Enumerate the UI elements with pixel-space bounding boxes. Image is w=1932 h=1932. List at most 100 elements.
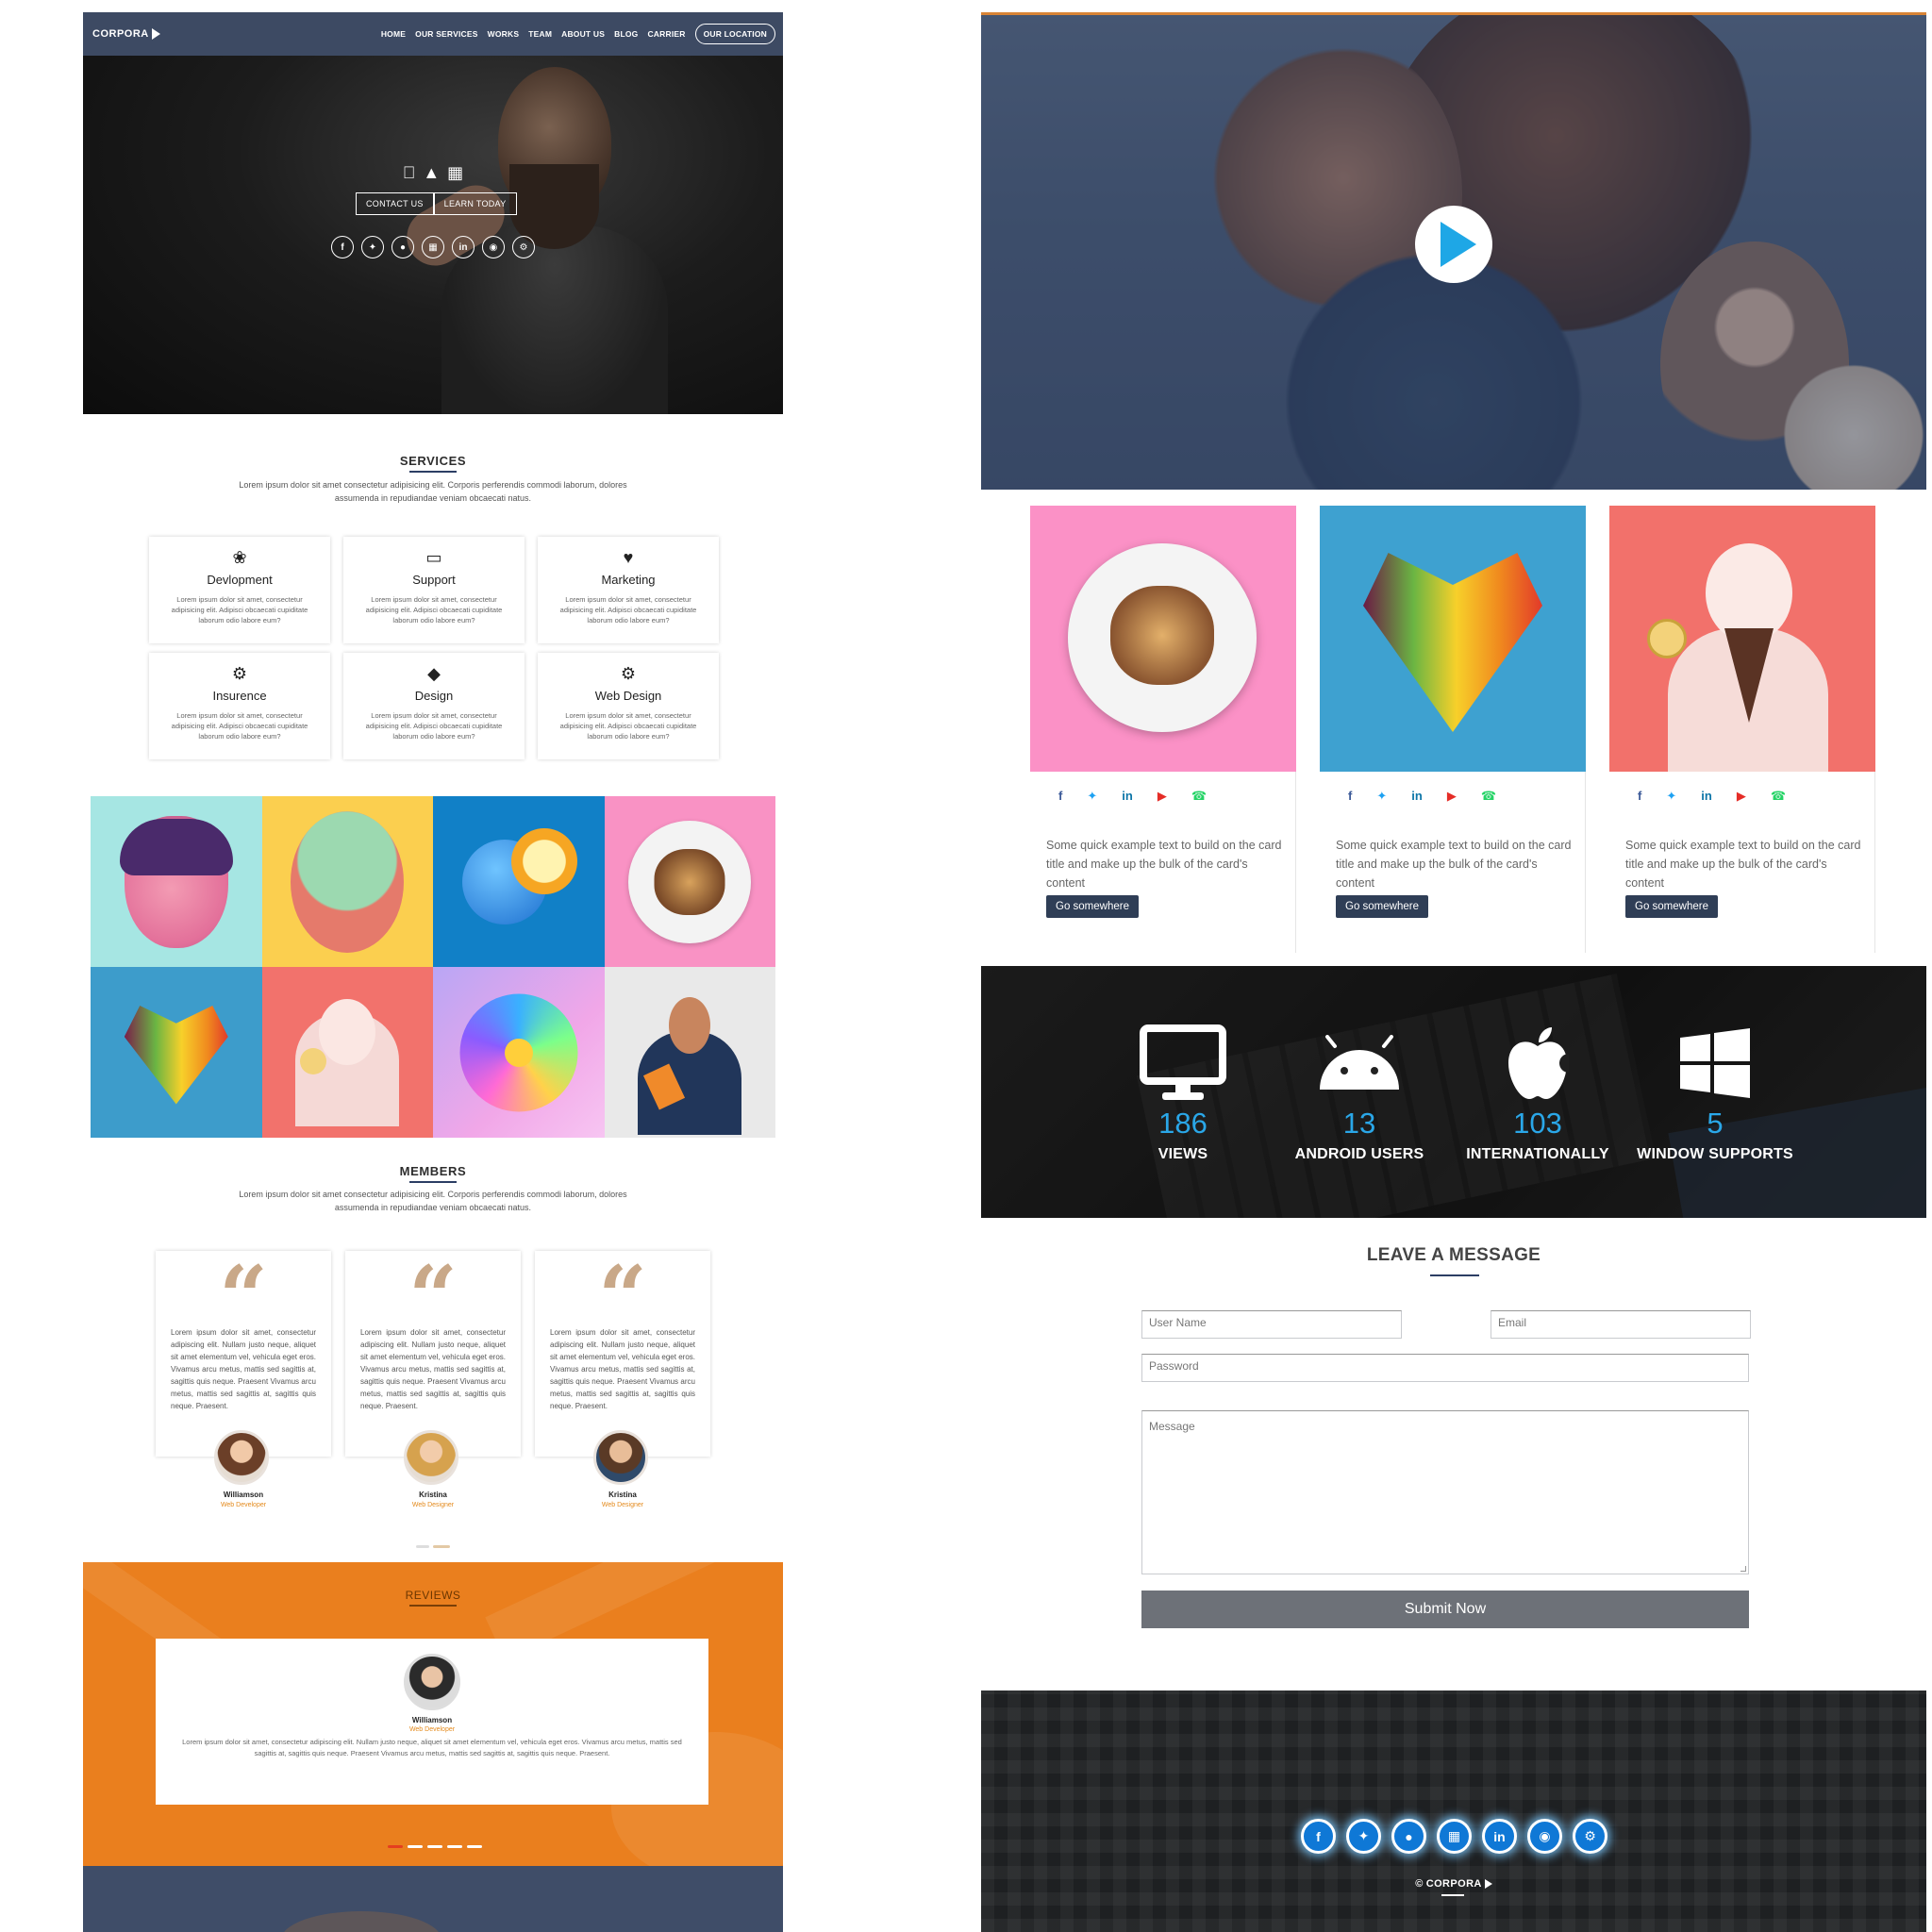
members-description: Lorem ipsum dolor sit amet consectetur a… [239, 1190, 627, 1212]
service-text: Lorem ipsum dolor sit amet, consectetur … [365, 711, 503, 741]
service-card-devlopment[interactable]: ❀ Devlopment Lorem ipsum dolor sit amet,… [149, 537, 330, 643]
twitter-icon[interactable]: ✦ [361, 236, 384, 258]
reviews-title: REVIEWS [405, 1589, 461, 1602]
carousel-dot-active[interactable] [388, 1845, 403, 1848]
facebook-icon[interactable]: f [331, 236, 354, 258]
whatsapp-icon[interactable]: ☎ [1771, 789, 1786, 804]
go-somewhere-button[interactable]: Go somewhere [1336, 895, 1428, 918]
nav-team[interactable]: TEAM [528, 29, 552, 39]
go-somewhere-button[interactable]: Go somewhere [1046, 895, 1139, 918]
gallery-tile-pasta-plate[interactable] [604, 796, 775, 967]
youtube-icon[interactable]: ▶ [1447, 789, 1457, 804]
carousel-dot[interactable] [408, 1845, 423, 1848]
blog-card: f ✦ in ▶ ☎ Some quick example text to bu… [1609, 506, 1875, 953]
carousel-dot[interactable] [467, 1845, 482, 1848]
nav-our-services[interactable]: OUR SERVICES [415, 29, 477, 39]
service-card-support[interactable]: ▭ Support Lorem ipsum dolor sit amet, co… [343, 537, 525, 643]
footer-logo-underline [1441, 1894, 1464, 1896]
submit-now-button[interactable]: Submit Now [1141, 1591, 1749, 1628]
stat-internationally: 103 INTERNATIONALLY [1443, 1023, 1632, 1163]
message-textarea[interactable]: Message [1141, 1410, 1749, 1574]
card-social-links: f ✦ in ▶ ☎ [1348, 789, 1496, 804]
whatsapp-icon[interactable]: ☎ [1481, 789, 1496, 804]
avatar [404, 1654, 460, 1710]
nav-works[interactable]: WORKS [488, 29, 520, 39]
linkedin-icon[interactable]: in [1482, 1819, 1517, 1854]
gallery-tile-santa-clock[interactable] [261, 967, 433, 1138]
service-title: Insurence [212, 689, 267, 703]
gallery-tile-blue-orange[interactable] [433, 796, 605, 967]
avatar[interactable] [214, 1430, 269, 1485]
windows-icon[interactable]: ▦ [422, 236, 444, 258]
linkedin-icon[interactable]: in [1122, 789, 1133, 804]
stat-value: 103 [1513, 1107, 1562, 1140]
service-card-design[interactable]: ◆ Design Lorem ipsum dolor sit amet, con… [343, 653, 525, 759]
twitter-icon[interactable]: ✦ [1376, 789, 1387, 804]
facebook-icon[interactable]: f [1301, 1819, 1336, 1854]
gem-icon: ◆ [427, 664, 441, 683]
textarea-resize-handle[interactable] [1740, 1566, 1746, 1572]
dribbble-icon[interactable]: ◉ [482, 236, 505, 258]
service-card-insurence[interactable]: ⚙ Insurence Lorem ipsum dolor sit amet, … [149, 653, 330, 759]
next-section-preview [83, 1866, 783, 1932]
youtube-icon[interactable]: ▶ [1737, 789, 1746, 804]
card-social-links: f ✦ in ▶ ☎ [1638, 789, 1786, 804]
member-card: “ Lorem ipsum dolor sit amet, consectetu… [156, 1251, 331, 1457]
facebook-icon[interactable]: f [1348, 789, 1352, 804]
gallery-tile-pink-face[interactable] [91, 796, 262, 967]
go-somewhere-button[interactable]: Go somewhere [1625, 895, 1718, 918]
brand-logo[interactable]: CORPORA [92, 28, 160, 40]
password-input[interactable]: Password [1141, 1354, 1749, 1382]
monitor-icon [1089, 1023, 1277, 1103]
whatsapp-icon[interactable]: ☎ [1191, 789, 1207, 804]
service-card-marketing[interactable]: ♥ Marketing Lorem ipsum dolor sit amet, … [538, 537, 719, 643]
carousel-dot[interactable] [416, 1545, 429, 1548]
facebook-icon[interactable]: f [1058, 789, 1062, 804]
card-social-links: f ✦ in ▶ ☎ [1058, 789, 1207, 804]
right-page-column: f ✦ in ▶ ☎ Some quick example text to bu… [981, 12, 1926, 1932]
facebook-icon[interactable]: f [1638, 789, 1641, 804]
nav-about-us[interactable]: ABOUT US [561, 29, 605, 39]
our-location-button[interactable]: OUR LOCATION [694, 24, 775, 44]
avatar[interactable] [593, 1430, 648, 1485]
dribbble-icon[interactable]: ◉ [1527, 1819, 1562, 1854]
reviewer-name: Williamson [411, 1716, 453, 1724]
gallery-tile-bearded-man[interactable] [604, 967, 775, 1138]
gallery-tile-candy-heart[interactable] [91, 967, 262, 1138]
linkedin-icon[interactable]: in [452, 236, 475, 258]
reviewer-role: Web Developer [408, 1726, 456, 1733]
gear-icon[interactable]: ⚙ [1573, 1819, 1607, 1854]
gear-icon[interactable]: ⚙ [512, 236, 535, 258]
username-input[interactable]: User Name [1141, 1310, 1402, 1339]
linkedin-icon[interactable]: in [1701, 789, 1712, 804]
os-icon-row:  ▲ ▦ [83, 163, 783, 183]
twitter-icon[interactable]: ✦ [1087, 789, 1097, 804]
gallery-tile-helmet-face[interactable] [261, 796, 433, 967]
youtube-icon[interactable]: ▶ [1158, 789, 1167, 804]
gallery-tile-color-flower[interactable] [433, 967, 605, 1138]
linkedin-icon[interactable]: in [1411, 789, 1423, 804]
video-section [981, 12, 1926, 490]
carousel-dot[interactable] [427, 1845, 442, 1848]
carousel-dot-active[interactable] [433, 1545, 450, 1548]
carousel-dot[interactable] [447, 1845, 462, 1848]
windows-icon[interactable]: ▦ [1437, 1819, 1472, 1854]
nav-home[interactable]: HOME [381, 29, 406, 39]
video-play-button[interactable] [1415, 206, 1492, 283]
stat-value: 186 [1158, 1107, 1208, 1140]
email-input[interactable]: Email [1491, 1310, 1751, 1339]
service-card-web-design[interactable]: ⚙ Web Design Lorem ipsum dolor sit amet,… [538, 653, 719, 759]
card-text: Some quick example text to build on the … [1046, 839, 1282, 890]
avatar[interactable] [404, 1430, 458, 1485]
learn-today-button[interactable]: LEARN TODAY [433, 192, 517, 215]
nav-blog[interactable]: BLOG [614, 29, 638, 39]
quote-icon: “ [598, 1247, 647, 1347]
twitter-icon[interactable]: ✦ [1346, 1819, 1381, 1854]
reddit-icon[interactable]: ● [1391, 1819, 1426, 1854]
footer-logo[interactable]: © CORPORA [981, 1878, 1926, 1890]
contact-us-button[interactable]: CONTACT US [356, 192, 434, 215]
nav-carrier[interactable]: CARRIER [647, 29, 685, 39]
member-quote-text: Lorem ipsum dolor sit amet, consectetur … [171, 1328, 316, 1410]
reddit-icon[interactable]: ● [391, 236, 414, 258]
twitter-icon[interactable]: ✦ [1666, 789, 1676, 804]
